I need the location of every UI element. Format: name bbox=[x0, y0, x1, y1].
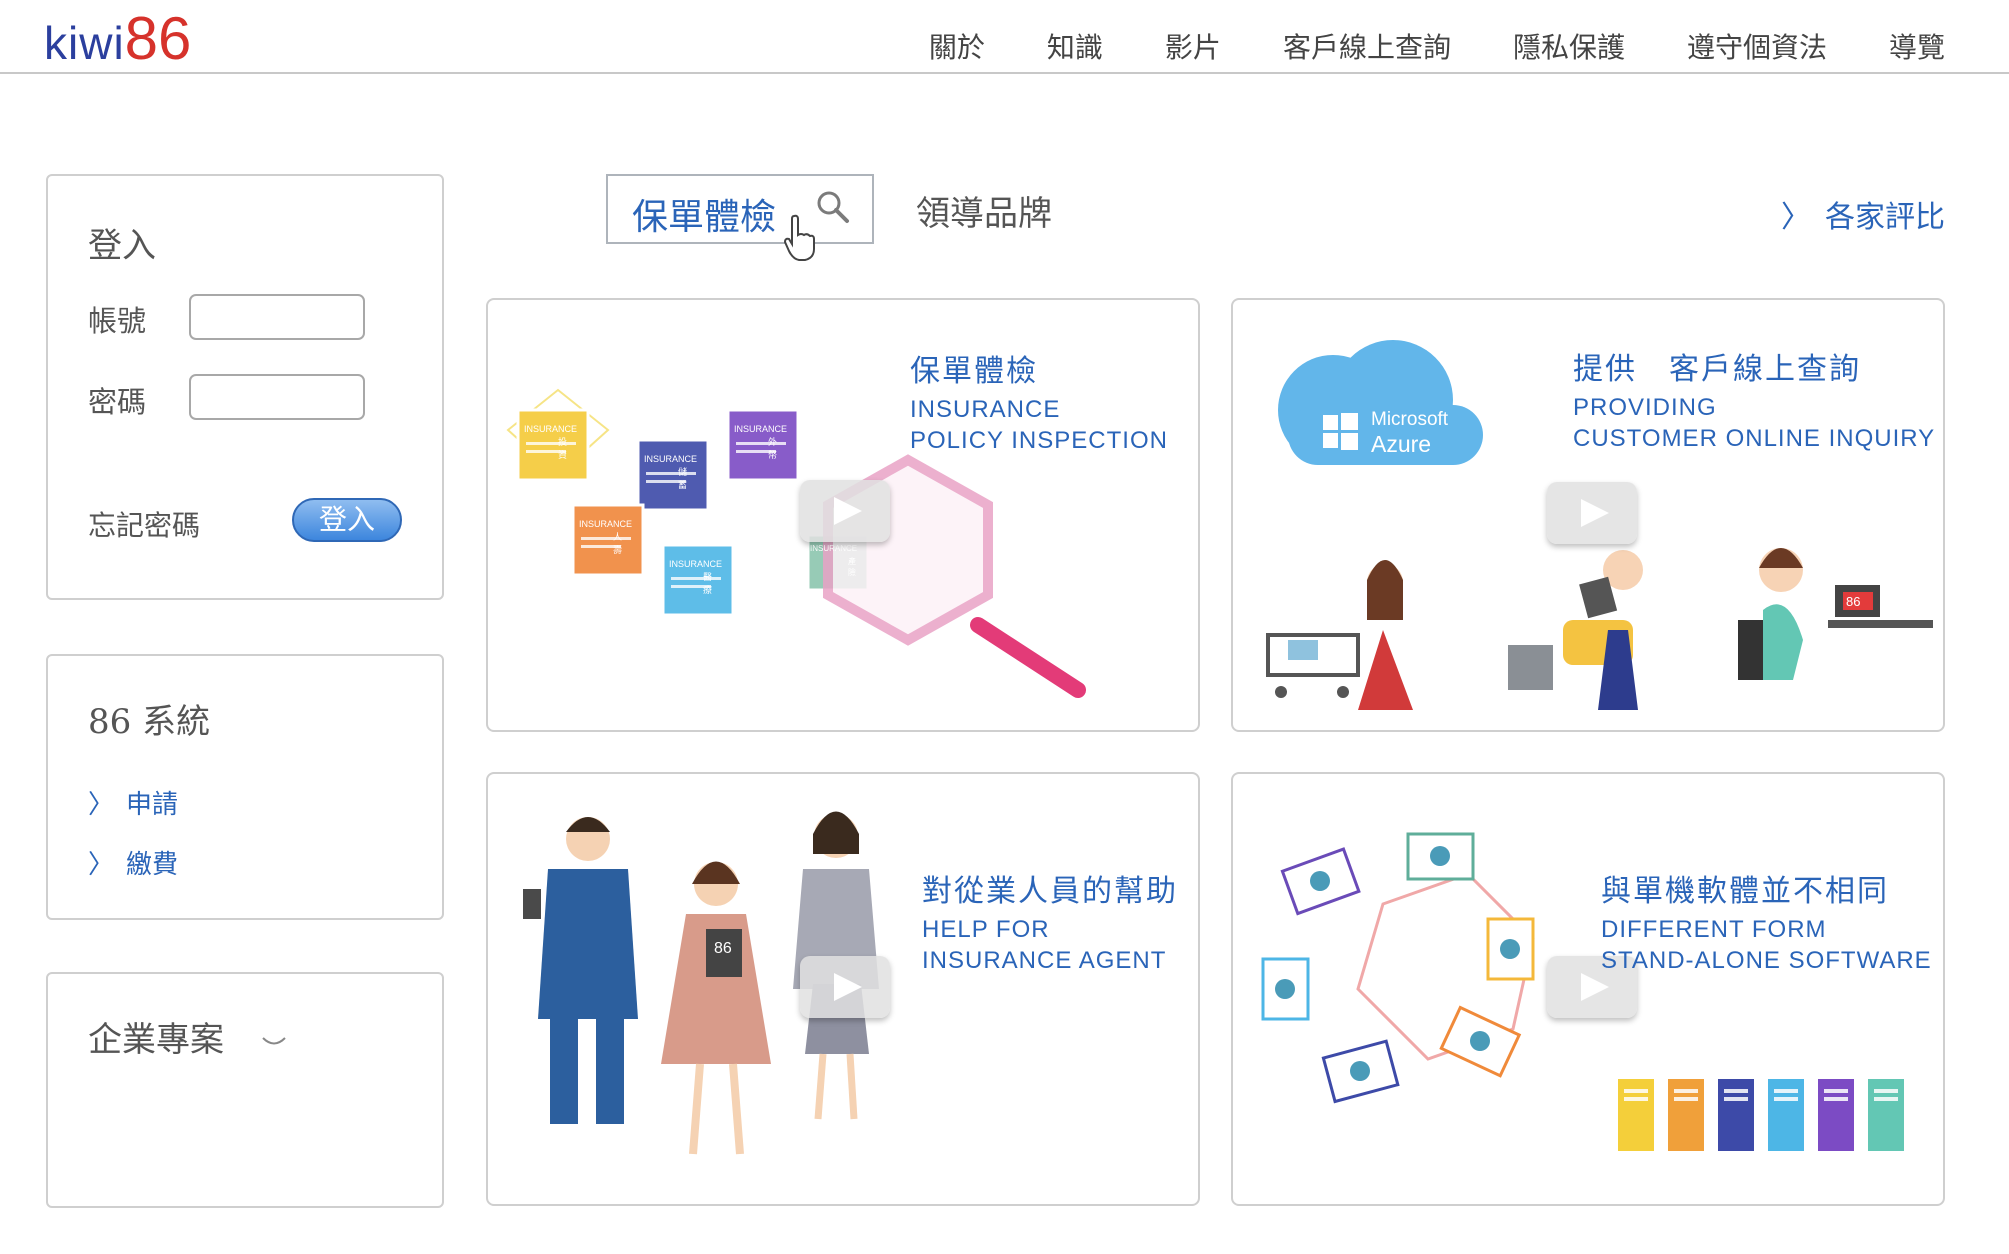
feature-card-standalone-software[interactable]: 與單機軟體並不相同 DIFFERENT FORM STAND-ALONE SOF… bbox=[1231, 772, 1945, 1206]
nav-privacy[interactable]: 隱私保護 bbox=[1513, 26, 1625, 66]
doc-word-1: INSURANCE bbox=[524, 424, 578, 434]
compare-label: 各家評比 bbox=[1825, 200, 1945, 235]
system-title: 86 系統 bbox=[88, 702, 211, 742]
card-subtitle-line1: DIFFERENT FORM bbox=[1601, 916, 1827, 943]
apply-label: 申請 bbox=[126, 790, 179, 820]
card-subtitle-line1: PROVIDING bbox=[1573, 394, 1717, 421]
account-label: 帳號 bbox=[88, 304, 147, 338]
nav-data-protection[interactable]: 遵守個資法 bbox=[1687, 26, 1827, 66]
login-panel: 登入 帳號 密碼 忘記密碼 登入 bbox=[46, 174, 444, 600]
chevron-right-icon: 〉 bbox=[88, 790, 115, 820]
main-nav: 關於 知識 影片 客戶線上查詢 隱私保護 遵守個資法 導覽 bbox=[929, 26, 1945, 66]
system-panel: 86 系統 〉申請 〉繳費 bbox=[46, 654, 444, 920]
password-label: 密碼 bbox=[88, 385, 147, 419]
compare-link[interactable]: 〉各家評比 bbox=[1781, 192, 1945, 236]
card-title: 與單機軟體並不相同 bbox=[1601, 874, 1889, 909]
nav-guide[interactable]: 導覽 bbox=[1889, 26, 1945, 66]
feature-card-online-inquiry[interactable]: Microsoft Azure 86 提供 客戶線上查詢 PROVIDING C… bbox=[1231, 298, 1945, 732]
card-subtitle-line2: INSURANCE AGENT bbox=[922, 947, 1167, 974]
cloud-product: Azure bbox=[1371, 431, 1432, 457]
chevron-down-icon bbox=[262, 1036, 286, 1044]
cloud-brand: Microsoft bbox=[1371, 409, 1449, 430]
card-title: 對從業人員的幫助 bbox=[922, 874, 1178, 909]
doc-label-2: 儲蓄 bbox=[678, 468, 688, 491]
kiwi86-badge: 86 bbox=[714, 940, 732, 957]
payment-label: 繳費 bbox=[126, 850, 179, 880]
logo-text: kiwi bbox=[44, 17, 125, 69]
doc-label-5: 醫療 bbox=[703, 573, 713, 596]
nav-customer-inquiry[interactable]: 客戶線上查詢 bbox=[1283, 26, 1451, 66]
azure-logo-text: Microsoft Azure bbox=[1371, 408, 1448, 456]
enterprise-toggle[interactable]: 企業專案 bbox=[88, 1012, 287, 1061]
chevron-right-icon: 〉 bbox=[1781, 200, 1811, 235]
login-button[interactable]: 登入 bbox=[292, 498, 402, 542]
doc-word-2: INSURANCE bbox=[644, 454, 698, 464]
password-input[interactable] bbox=[189, 374, 365, 420]
doc-word-3: INSURANCE bbox=[734, 424, 788, 434]
card-subtitle-line2: POLICY INSPECTION bbox=[910, 427, 1168, 454]
doc-label-1: 投資 bbox=[558, 438, 568, 461]
payment-link[interactable]: 〉繳費 bbox=[88, 844, 178, 881]
search-icon bbox=[817, 191, 849, 223]
doc-word-4: INSURANCE bbox=[579, 519, 633, 529]
pointer-hand-icon bbox=[784, 214, 815, 261]
card-subtitle-line1: INSURANCE bbox=[910, 396, 1061, 423]
nav-about[interactable]: 關於 bbox=[929, 26, 985, 66]
site-logo[interactable]: kiwi86 bbox=[44, 4, 191, 73]
logo-number: 86 bbox=[124, 5, 192, 72]
enterprise-title: 企業專案 bbox=[88, 1020, 224, 1060]
tab-policy-checkup-label: 保單體檢 bbox=[632, 197, 777, 238]
card-subtitle-line2: STAND-ALONE SOFTWARE bbox=[1601, 947, 1932, 974]
top-header: kiwi86 關於 知識 影片 客戶線上查詢 隱私保護 遵守個資法 導覽 bbox=[0, 0, 2009, 74]
tab-leading-brands[interactable]: 領導品牌 bbox=[916, 186, 1052, 235]
kiwi86-badge: 86 bbox=[1846, 594, 1861, 609]
card-title: 保單體檢 bbox=[910, 354, 1038, 389]
doc-word-5: INSURANCE bbox=[669, 559, 723, 569]
enterprise-panel: 企業專案 bbox=[46, 972, 444, 1208]
card-title: 提供 客戶線上查詢 bbox=[1573, 352, 1861, 387]
forgot-password-link[interactable]: 忘記密碼 bbox=[88, 504, 200, 544]
feature-card-policy-inspection[interactable]: INSURANCE 投資 INSURANCE 儲蓄 INSURANCE 外幣 I… bbox=[486, 298, 1200, 732]
play-video-button[interactable] bbox=[1547, 482, 1637, 544]
doc-label-3: 外幣 bbox=[768, 438, 778, 461]
login-title: 登入 bbox=[88, 226, 156, 266]
card-subtitle-line2: CUSTOMER ONLINE INQUIRY bbox=[1573, 425, 1936, 452]
play-video-button[interactable] bbox=[800, 480, 890, 542]
doc-label-6: 產險 bbox=[848, 557, 856, 577]
feature-card-agent-help[interactable]: 86 對從業人員的幫助 HELP FOR INSURANCE AGENT bbox=[486, 772, 1200, 1206]
card-subtitle-line1: HELP FOR bbox=[922, 916, 1050, 943]
doc-word-6: INSURANCE bbox=[810, 544, 858, 553]
account-input[interactable] bbox=[189, 294, 365, 340]
doc-label-4: 人壽 bbox=[613, 533, 623, 556]
chevron-right-icon: 〉 bbox=[88, 850, 115, 880]
apply-link[interactable]: 〉申請 bbox=[88, 784, 178, 821]
nav-videos[interactable]: 影片 bbox=[1165, 26, 1221, 66]
nav-knowledge[interactable]: 知識 bbox=[1047, 26, 1103, 66]
tab-policy-checkup[interactable]: 保單體檢 bbox=[606, 174, 874, 261]
play-video-button[interactable] bbox=[800, 956, 890, 1018]
